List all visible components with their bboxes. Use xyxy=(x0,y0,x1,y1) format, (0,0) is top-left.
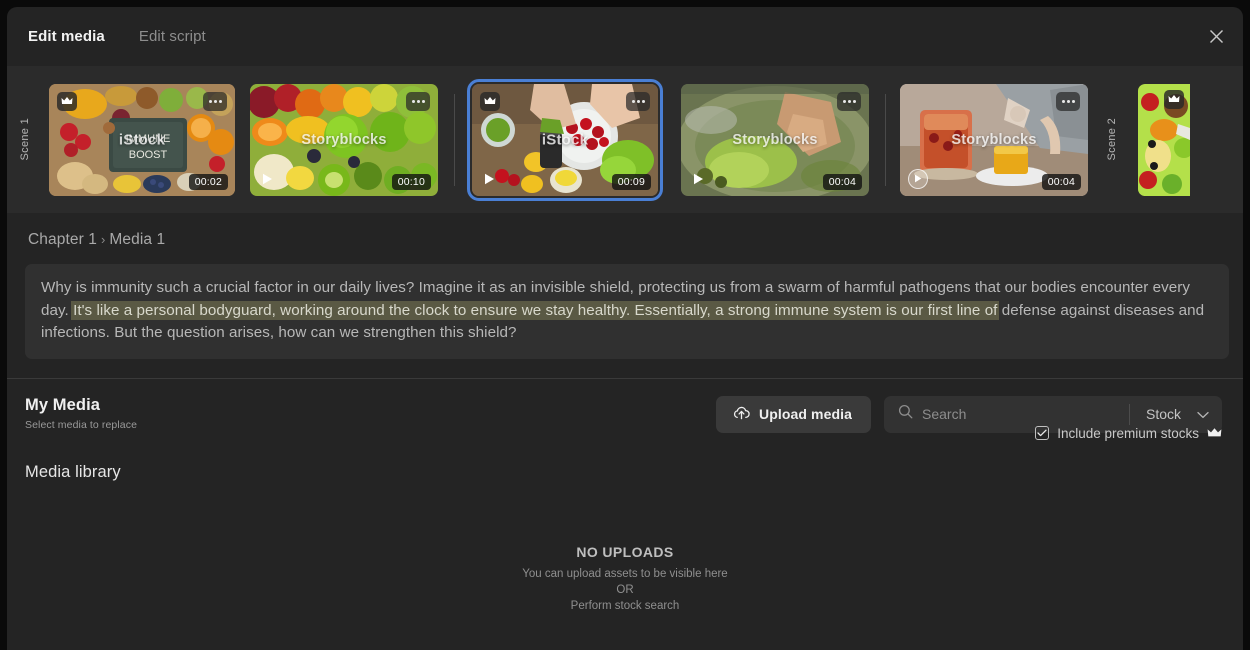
svg-text:IMMUNE: IMMUNE xyxy=(126,133,171,145)
more-options-icon[interactable] xyxy=(406,91,430,111)
thumbnail-duration: 00:04 xyxy=(822,173,862,190)
empty-state-line-3: Perform stock search xyxy=(570,599,680,612)
more-options-icon[interactable] xyxy=(1056,91,1080,111)
more-options-icon[interactable] xyxy=(837,91,861,111)
thumbnail-duration: 00:09 xyxy=(611,173,651,190)
premium-checkbox[interactable] xyxy=(1035,426,1050,440)
play-icon[interactable] xyxy=(480,170,499,189)
thumbnail-item[interactable]: Storyblocks 00:10 xyxy=(250,83,438,196)
breadcrumb: Chapter 1 › Media 1 xyxy=(7,213,1243,249)
more-options-icon[interactable] xyxy=(203,91,227,111)
breadcrumb-chapter[interactable]: Chapter 1 xyxy=(28,231,97,248)
thumbnail-item[interactable]: iStock 00:09 xyxy=(467,78,663,201)
my-media-title: My Media xyxy=(25,395,101,414)
thumbnail-duration: 00:10 xyxy=(391,173,431,190)
my-media-section: My Media Select media to replace Upload … xyxy=(7,379,1243,441)
close-icon[interactable] xyxy=(1203,24,1229,50)
thumbnail-4[interactable]: Storyblocks 00:04 xyxy=(681,83,869,196)
cloud-upload-icon xyxy=(733,406,750,423)
script-text-box[interactable]: Why is immunity such a crucial factor in… xyxy=(25,264,1229,359)
breadcrumb-separator-icon: › xyxy=(100,232,106,247)
thumbnail-duration: 00:02 xyxy=(188,173,228,190)
upload-media-label: Upload media xyxy=(759,406,852,422)
scene-divider xyxy=(454,93,455,186)
thumbnail-duration: 00:04 xyxy=(1041,173,1081,190)
thumbnail-1[interactable]: IMMUNE BOOST iStock 00:02 xyxy=(49,83,235,196)
stock-dropdown-label: Stock xyxy=(1145,406,1181,422)
edit-media-modal: Edit media Edit script Scene 1 IMMUNE BO… xyxy=(7,7,1243,650)
crown-icon xyxy=(1207,426,1222,441)
play-icon[interactable] xyxy=(258,170,277,189)
modal-header: Edit media Edit script xyxy=(7,7,1243,66)
play-icon[interactable] xyxy=(689,170,708,189)
breadcrumb-media[interactable]: Media 1 xyxy=(109,231,165,248)
thumbnail-item[interactable]: Storyblocks 00:04 xyxy=(681,83,869,196)
search-icon xyxy=(898,404,913,424)
thumbnail-3-selected[interactable]: iStock 00:09 xyxy=(467,78,663,201)
thumbnail-6-partial[interactable] xyxy=(1138,83,1190,196)
chevron-down-icon xyxy=(1197,406,1209,422)
empty-state-line-2: OR xyxy=(616,583,634,596)
my-media-subtitle: Select media to replace xyxy=(25,418,138,431)
search-input[interactable] xyxy=(922,406,1129,422)
svg-text:BOOST: BOOST xyxy=(129,149,168,161)
empty-state-title: NO UPLOADS xyxy=(576,543,674,560)
premium-crown-icon xyxy=(57,91,77,111)
scene-label-2: Scene 2 xyxy=(1106,118,1118,161)
premium-label: Include premium stocks xyxy=(1057,425,1199,441)
tab-edit-script[interactable]: Edit script xyxy=(139,28,206,45)
script-text-highlighted: It's like a personal bodyguard, working … xyxy=(73,300,998,320)
more-options-icon[interactable] xyxy=(626,91,650,111)
premium-crown-icon xyxy=(480,91,500,111)
scene-divider xyxy=(885,93,886,186)
thumbnail-item[interactable]: IMMUNE BOOST iStock 00:02 xyxy=(49,83,235,196)
upload-media-button[interactable]: Upload media xyxy=(716,395,871,433)
premium-crown-icon xyxy=(1164,89,1184,109)
thumbnail-5[interactable]: Storyblocks 00:04 xyxy=(900,83,1088,196)
include-premium-stocks-toggle[interactable]: Include premium stocks xyxy=(1035,426,1222,441)
tab-edit-media[interactable]: Edit media xyxy=(28,28,105,45)
thumbnail-2[interactable]: Storyblocks 00:10 xyxy=(250,83,438,196)
thumbnail-item[interactable]: Storyblocks 00:04 xyxy=(900,83,1088,196)
media-thumbnail-strip[interactable]: Scene 1 IMMUNE BOOST iStock 00:02 Storyb… xyxy=(7,66,1243,213)
scene-label-1: Scene 1 xyxy=(19,118,31,161)
empty-state-line-1: You can upload assets to be visible here xyxy=(522,567,728,580)
empty-state: NO UPLOADS You can upload assets to be v… xyxy=(7,544,1243,614)
play-icon[interactable] xyxy=(908,168,928,189)
